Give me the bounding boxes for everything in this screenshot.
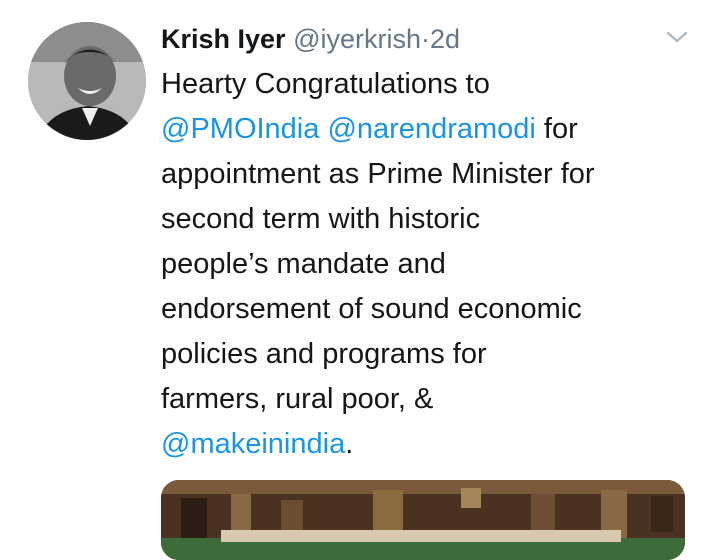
chevron-down-icon [666, 31, 688, 43]
tweet-text-fragment: . [345, 428, 354, 460]
author-name[interactable]: Krish Iyer [161, 24, 286, 54]
tweet-line: @makeinindia. [161, 422, 696, 467]
tweet-line: second term with historic [161, 203, 481, 235]
avatar[interactable] [28, 22, 146, 140]
mention-link-makeinindia[interactable]: @makeinindia [161, 428, 345, 460]
separator-dot: · [421, 24, 430, 54]
parliament-hall-photo [161, 480, 685, 560]
avatar-photo [28, 22, 146, 140]
tweet-line: policies and programs for [161, 338, 487, 370]
tweet-line: people’s mandate and [161, 248, 446, 280]
tweet-menu-button[interactable] [664, 27, 690, 47]
tweet-timestamp[interactable]: 2d [430, 24, 460, 54]
tweet-media-image[interactable] [161, 480, 685, 560]
tweet-line: appointment as Prime Minister for [161, 158, 595, 190]
tweet-line: endorsement of sound economic [161, 293, 582, 325]
tweet-line: farmers, rural poor, & [161, 383, 434, 415]
tweet-line: Hearty Congratulations to [161, 68, 490, 100]
mention-link-narendramodi[interactable]: @narendramodi [327, 113, 535, 145]
tweet-header: Krish Iyer @iyerkrish·2d [161, 19, 460, 59]
tweet-text-fragment: for [543, 113, 578, 145]
tweet-text: Hearty Congratulations to @PMOIndia @nar… [161, 62, 696, 467]
tweet-line: @PMOIndia @narendramodi for [161, 107, 696, 152]
author-handle[interactable]: @iyerkrish [293, 24, 421, 54]
mention-link-pmoindia[interactable]: @PMOIndia [161, 113, 319, 145]
